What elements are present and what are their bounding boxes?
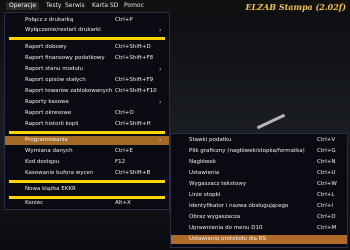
menu-item-shortcut: F12 <box>115 159 126 165</box>
menu-item-kasowanie-bufora[interactable]: Kasowanie bufora wycen Ctrl+Shift+B <box>5 169 169 178</box>
menu-item-label: Programowanie <box>25 137 68 143</box>
menu-item-label: Raport stanu modułu <box>25 66 83 72</box>
app-title: ELZAB Stampa (2.02f) <box>245 2 347 12</box>
menu-item-raport-towarow[interactable]: Raport towarów zablokowanych Ctrl+Shift+… <box>5 87 169 96</box>
menu-item-kod-dostepu[interactable]: Kod dostępu F12 <box>5 158 169 167</box>
menu-item-shortcut: Ctrl+P <box>115 17 133 23</box>
menu-item-wymiana-danych[interactable]: Wymiana danych Ctrl+E <box>5 147 169 156</box>
menu-item-label: Wyłączenie/restart drukarki <box>25 27 101 33</box>
menu-item-label: Raport dobowy <box>25 44 67 50</box>
menu-item-label: Kasowanie bufora wycen <box>25 170 94 176</box>
menu-item-shortcut: Ctrl+O <box>115 110 134 116</box>
programowanie-submenu: Stawki podatku Ctrl+V Plik graficzny (na… <box>170 133 348 248</box>
chevron-right-icon: › <box>159 99 162 106</box>
submenu-item-protokol-rs[interactable]: Ustawienia protokołu dla RS <box>171 235 347 244</box>
menu-item-raport-dobowy[interactable]: Raport dobowy Ctrl+Shift+D <box>5 43 169 52</box>
menu-item-shortcut: Ctrl+U <box>317 170 336 176</box>
submenu-item-stawki[interactable]: Stawki podatku Ctrl+V <box>171 136 347 145</box>
submenu-item-obraz-wygaszacza[interactable]: Obraz wygaszacza Ctrl+D <box>171 213 347 222</box>
menu-item-label: Nagłówek <box>189 159 216 165</box>
menu-item-raport-opisow[interactable]: Raport opisów stałych Ctrl+Shift+F9 <box>5 76 169 85</box>
menu-item-raport-okresowe[interactable]: Raport okresowe Ctrl+O <box>5 109 169 118</box>
submenu-item-plik-graficzny[interactable]: Plik graficzny (nagłówek/stopka/formatka… <box>171 147 347 156</box>
menu-item-label: Raport opisów stałych <box>25 77 86 83</box>
menu-item-shortcut: Ctrl+G <box>317 148 336 154</box>
menu-item-shortcut: Ctrl+M <box>317 225 337 231</box>
menu-item-shortcut: Ctrl+Shift+F10 <box>115 88 157 94</box>
menu-item-label: Identyfikator i nazwa obsługującego <box>189 203 289 209</box>
menu-item-shortcut: Ctrl+Shift+F9 <box>115 77 154 83</box>
menu-item-label: Linie stopki <box>189 192 221 198</box>
submenu-item-ustawienia[interactable]: Ustawienia Ctrl+U <box>171 169 347 178</box>
menu-item-raport-stanu[interactable]: Raport stanu modułu › <box>5 65 169 74</box>
menu-item-shortcut: Ctrl+I <box>317 203 334 209</box>
menu-item-nowa-ksiazka[interactable]: Nowa kiążka EKKR <box>5 185 169 194</box>
menu-item-label: Raport historii kopii <box>25 121 79 127</box>
menu-item-label: Stawki podatku <box>189 137 232 143</box>
menu-item-shortcut: Ctrl+Shift+D <box>115 44 151 50</box>
submenu-item-linie-stopki[interactable]: Linie stopki Ctrl+L <box>171 191 347 200</box>
menu-item-label: Uprawnienia do menu D10 <box>189 225 263 231</box>
menu-item-label: Wymiana danych <box>25 148 73 154</box>
menu-item-label: Obraz wygaszacza <box>189 214 241 220</box>
menu-separator <box>9 37 165 40</box>
chevron-right-icon: › <box>159 137 162 144</box>
menu-item-label: Połącz z drukarką <box>25 17 74 23</box>
submenu-item-identyfikator[interactable]: Identyfikator i nazwa obsługującego Ctrl… <box>171 202 347 211</box>
menu-item-polacz[interactable]: Połącz z drukarką Ctrl+P <box>5 16 169 25</box>
menu-item-raport-historii[interactable]: Raport historii kopii Ctrl+Shift+H <box>5 120 169 129</box>
menu-item-shortcut: Ctrl+Shift+B <box>115 170 151 176</box>
menu-operacje[interactable]: Operacje <box>6 2 40 10</box>
menu-item-label: Raporty kasowe <box>25 99 69 105</box>
menu-item-label: Raport finansowy podatkowy <box>25 55 105 61</box>
menu-separator <box>9 180 165 183</box>
menu-item-label: Koniec <box>25 200 44 206</box>
menu-item-label: Kod dostępu <box>25 159 60 165</box>
menu-item-koniec[interactable]: Koniec Alt+X <box>5 199 169 208</box>
menu-item-wylaczenie[interactable]: Wyłączenie/restart drukarki › <box>5 26 169 35</box>
submenu-item-uprawnienia[interactable]: Uprawnienia do menu D10 Ctrl+M <box>171 224 347 233</box>
menu-item-shortcut: Ctrl+W <box>317 181 337 187</box>
menu-item-shortcut: Alt+X <box>115 200 131 206</box>
menu-item-shortcut: Ctrl+Shift+F8 <box>115 55 154 61</box>
menu-item-shortcut: Ctrl+N <box>317 159 336 165</box>
menu-item-raporty-kasowe[interactable]: Raporty kasowe › <box>5 98 169 107</box>
menu-item-label: Nowa kiążka EKKR <box>25 186 76 192</box>
menu-item-shortcut: Ctrl+V <box>317 137 336 143</box>
menu-item-label: Plik graficzny (nagłówek/stopka/formatka… <box>189 148 305 154</box>
menu-item-shortcut: Ctrl+L <box>317 192 335 198</box>
menu-item-label: Wygaszacz tekstowy <box>189 181 247 187</box>
menu-separator <box>9 131 165 134</box>
menu-bar: Operacje Testy Serwis Karta SD Pomoc ELZ… <box>0 0 350 12</box>
menu-item-shortcut: Ctrl+Shift+H <box>115 121 151 127</box>
menu-serwis[interactable]: Serwis <box>62 2 88 10</box>
menu-item-label: Raport towarów zablokowanych <box>25 88 113 94</box>
submenu-item-naglowek[interactable]: Nagłówek Ctrl+N <box>171 158 347 167</box>
menu-karta-sd[interactable]: Karta SD <box>89 2 121 10</box>
menu-item-label: Ustawienia <box>189 170 220 176</box>
menu-item-shortcut: Ctrl+E <box>115 148 133 154</box>
menu-item-raport-finansowy[interactable]: Raport finansowy podatkowy Ctrl+Shift+F8 <box>5 54 169 63</box>
submenu-item-wygaszacz-tekstowy[interactable]: Wygaszacz tekstowy Ctrl+W <box>171 180 347 189</box>
menu-item-shortcut: Ctrl+D <box>317 214 336 220</box>
menu-pomoc[interactable]: Pomoc <box>121 2 147 10</box>
chevron-right-icon: › <box>159 27 162 34</box>
menu-item-label: Raport okresowe <box>25 110 72 116</box>
menu-item-programowanie[interactable]: Programowanie › <box>5 136 169 145</box>
operacje-menu: Połącz z drukarką Ctrl+P Wyłączenie/rest… <box>4 12 170 210</box>
chevron-right-icon: › <box>159 66 162 73</box>
menu-item-label: Ustawienia protokołu dla RS <box>189 236 267 242</box>
